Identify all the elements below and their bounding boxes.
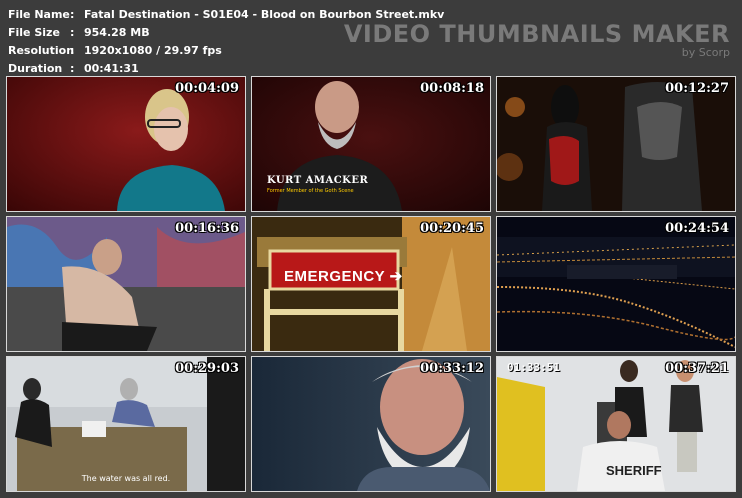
thumbnail-5[interactable]: EMERGENCY ➔ 00:20:45 bbox=[251, 216, 491, 352]
lower-third-name: KURT AMACKER bbox=[267, 175, 369, 186]
separator: : bbox=[70, 44, 75, 57]
subtitle-caption: The water was all red. bbox=[81, 474, 171, 483]
graffiti-wall-frame bbox=[7, 217, 245, 351]
thumbnail-9[interactable]: 01:33:51 SHERIFF 00:37:21 bbox=[496, 356, 736, 492]
interview-bearded-man-frame bbox=[252, 357, 490, 491]
thumbnail-6[interactable]: 00:24:54 bbox=[496, 216, 736, 352]
thumbnail-7[interactable]: The water was all red. 00:29:03 bbox=[6, 356, 246, 492]
file-name-label: File Name bbox=[8, 8, 70, 21]
interrogation-room-frame bbox=[7, 357, 245, 491]
timestamp: 00:37:21 bbox=[665, 361, 729, 376]
thumbnail-2[interactable]: KURT AMACKER Former Member of the Goth S… bbox=[251, 76, 491, 212]
file-size-value: 954.28 MB bbox=[84, 26, 150, 39]
brand-title: VIDEO THUMBNAILS MAKER bbox=[343, 20, 730, 48]
timestamp: 00:33:12 bbox=[420, 361, 484, 376]
timestamp: 00:16:36 bbox=[175, 221, 239, 236]
thumbnail-4[interactable]: 00:16:36 bbox=[6, 216, 246, 352]
city-night-aerial-frame bbox=[497, 217, 735, 351]
emergency-sign-text: EMERGENCY ➔ bbox=[284, 268, 403, 285]
timestamp: 00:08:18 bbox=[420, 81, 484, 96]
separator: : bbox=[70, 26, 75, 39]
thumbnail-1[interactable]: 00:04:09 bbox=[6, 76, 246, 212]
street-night-frame bbox=[497, 77, 735, 211]
thumbnail-3[interactable]: 00:12:27 bbox=[496, 76, 736, 212]
timestamp: 00:24:54 bbox=[665, 221, 729, 236]
interview-woman-frame bbox=[7, 77, 245, 211]
resolution-label: Resolution bbox=[8, 44, 75, 57]
separator: : bbox=[70, 8, 75, 21]
thumbnail-8[interactable]: 00:33:12 bbox=[251, 356, 491, 492]
brand-logo: VIDEO THUMBNAILS MAKER by Scorp bbox=[344, 21, 730, 59]
timestamp: 00:20:45 bbox=[420, 221, 484, 236]
cctv-clock: 01:33:51 bbox=[507, 361, 560, 374]
resolution-value: 1920x1080 / 29.97 fps bbox=[84, 44, 222, 57]
timestamp: 00:12:27 bbox=[665, 81, 729, 96]
brand-subtitle: by Scorp bbox=[681, 46, 730, 59]
lower-third-role: Former Member of the Goth Scene bbox=[267, 188, 354, 194]
file-size-label: File Size bbox=[8, 26, 60, 39]
timestamp: 00:04:09 bbox=[175, 81, 239, 96]
timestamp: 00:29:03 bbox=[175, 361, 239, 376]
shirt-lettering: SHERIFF bbox=[606, 463, 662, 478]
